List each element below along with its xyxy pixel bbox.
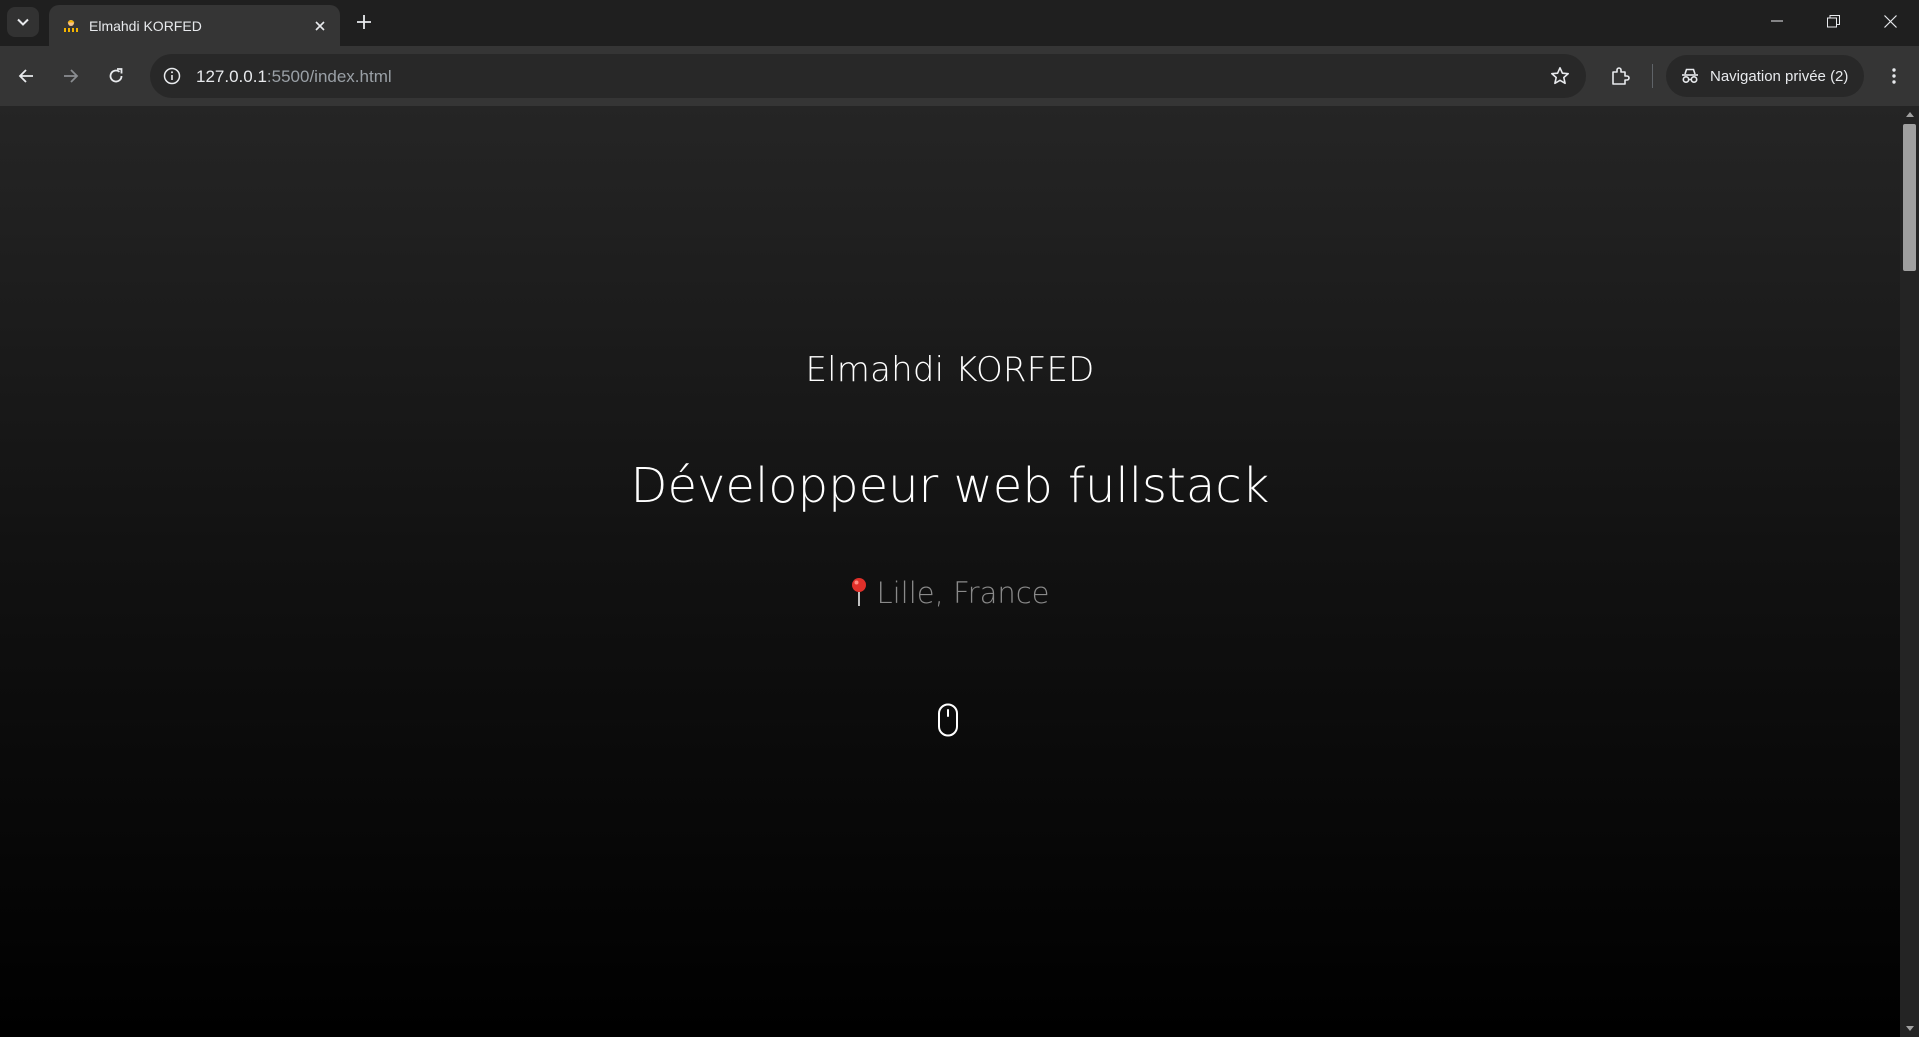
hero-title: Développeur web fullstack [630,458,1270,514]
toolbar-separator [1652,64,1653,88]
incognito-label: Navigation privée (2) [1710,67,1849,85]
incognito-button[interactable]: Navigation privée (2) [1666,55,1864,97]
address-bar[interactable]: 127.0.0.1:5500/index.html [150,54,1586,98]
tab-close-button[interactable] [310,16,330,36]
restore-button[interactable] [1805,0,1861,42]
kebab-menu-icon [1892,68,1896,84]
scrollbar-thumb[interactable] [1903,124,1916,271]
construction-icon [64,20,78,32]
star-icon [1551,67,1569,85]
back-arrow-icon [18,69,33,83]
scroll-up-arrow-icon [1905,112,1914,117]
hero-location: Lille, France [0,576,1900,610]
browser-menu-button[interactable] [1878,60,1910,92]
plus-icon [357,15,371,29]
tab-title: Elmahdi KORFED [89,18,202,34]
tab-strip: Elmahdi KORFED [0,0,1919,46]
bookmark-button[interactable] [1548,64,1572,88]
extensions-icon [1612,67,1630,85]
url-host: 127.0.0.1 [196,67,267,86]
forward-button[interactable] [55,60,87,92]
hero-name: Elmahdi KORFED [805,350,1095,390]
info-icon [163,67,181,85]
pin-icon [852,578,867,606]
scroll-down-button[interactable] [1900,1020,1919,1037]
close-window-icon [1883,14,1897,28]
close-icon [315,21,325,31]
tab-search-icon [17,18,29,26]
mouse-icon[interactable] [937,703,959,737]
forward-arrow-icon [64,69,79,83]
scroll-up-button[interactable] [1900,106,1919,123]
reload-button[interactable] [100,60,132,92]
minimize-icon [1771,20,1783,22]
minimize-button[interactable] [1749,0,1805,42]
hero-section: Elmahdi KORFED Développeur web fullstack… [0,106,1900,1037]
close-window-button[interactable] [1862,0,1918,42]
site-info-button[interactable] [160,64,184,88]
url-text: 127.0.0.1:5500/index.html [196,67,392,87]
toolbar: 127.0.0.1:5500/index.html Navigation pri… [0,46,1919,106]
new-tab-button[interactable] [350,8,378,36]
url-path: :5500/index.html [266,67,392,86]
back-button[interactable] [10,60,42,92]
tab-search-button[interactable] [7,7,39,37]
location-text: Lille, France [876,576,1050,610]
page-scrollbar[interactable] [1900,106,1919,1037]
restore-icon [1826,14,1840,27]
extensions-button[interactable] [1604,60,1636,92]
active-tab[interactable]: Elmahdi KORFED [49,5,340,46]
incognito-icon [1682,68,1698,84]
scroll-down-arrow-icon [1905,1026,1914,1031]
reload-icon [109,68,123,83]
page-viewport: Elmahdi KORFED Développeur web fullstack… [0,106,1900,1037]
